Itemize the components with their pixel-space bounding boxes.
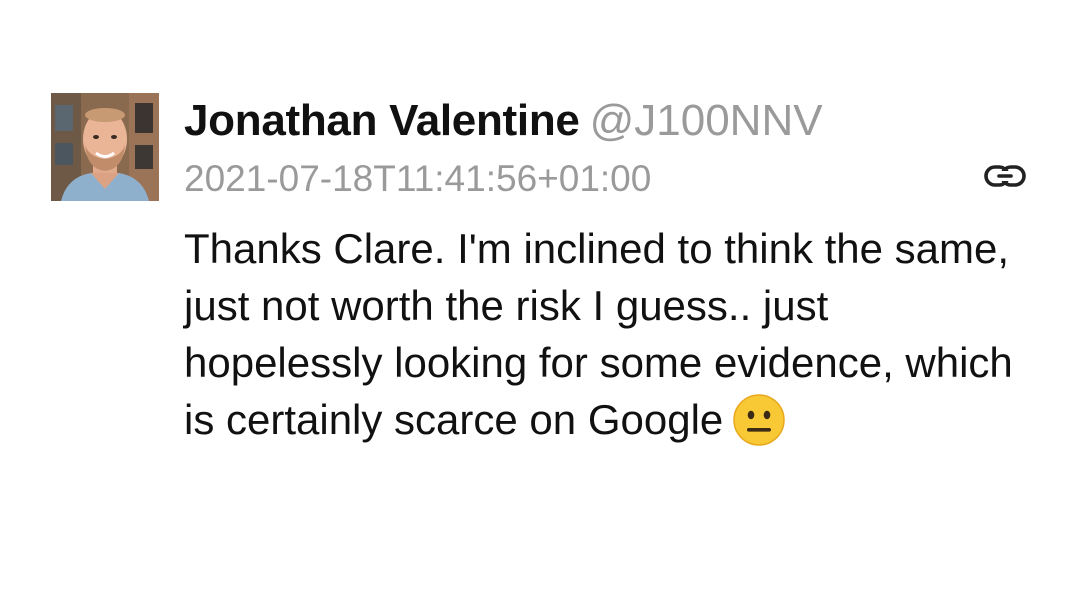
tweet-text: Thanks Clare. I'm inclined to think the …: [184, 225, 1013, 443]
author-handle[interactable]: @J100NNV: [590, 96, 823, 145]
tweet-body: Thanks Clare. I'm inclined to think the …: [184, 220, 1024, 448]
tweet-header: Jonathan Valentine @J100NNV: [184, 96, 823, 146]
profile-photo: [51, 93, 159, 201]
author-display-name[interactable]: Jonathan Valentine: [184, 96, 580, 145]
link-icon[interactable]: [983, 163, 1027, 189]
tweet-card: Jonathan Valentine @J100NNV 2021-07-18T11…: [0, 0, 1080, 602]
tweet-timestamp: 2021-07-18T11:41:56+01:00: [184, 158, 652, 199]
neutral-face-emoji: [733, 394, 786, 446]
avatar[interactable]: [51, 93, 159, 201]
